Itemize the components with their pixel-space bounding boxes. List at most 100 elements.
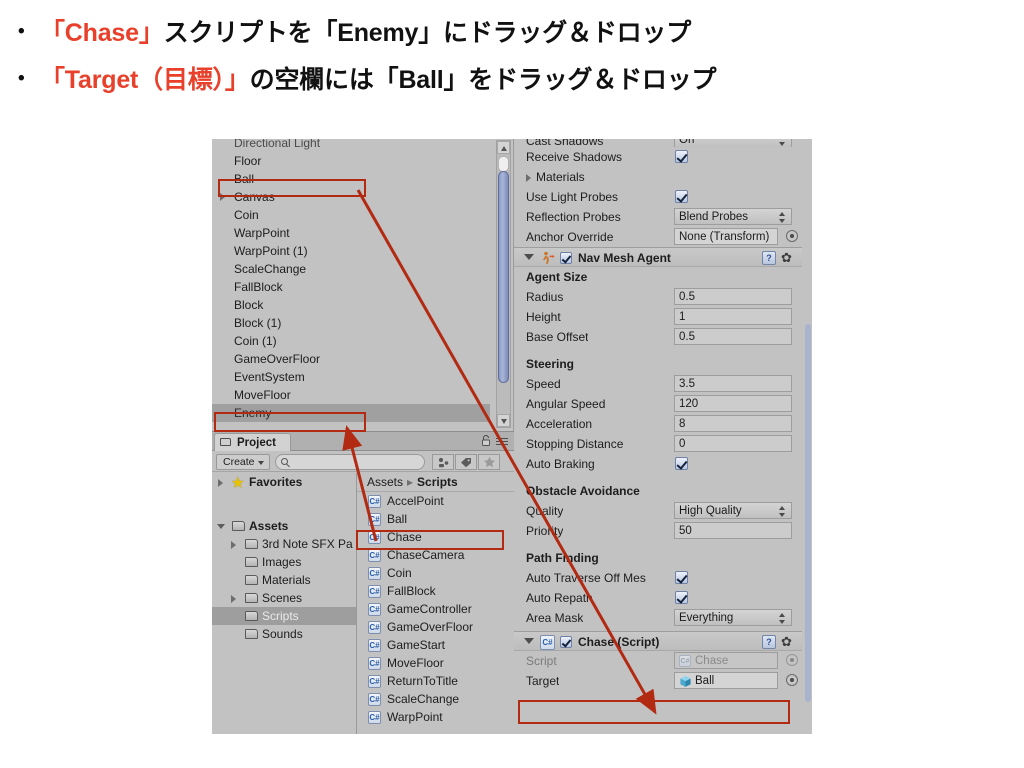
asset-item-gameoverfloor[interactable]: C# GameOverFloor (357, 618, 514, 636)
anchor-override-object-field[interactable]: None (Transform) (674, 228, 778, 245)
inspector-row-speed[interactable]: Speed 3.5 (514, 374, 802, 394)
hierarchy-item-directional-light[interactable]: Directional Light (212, 139, 490, 152)
expand-triangle-icon[interactable] (218, 479, 223, 487)
tree-item-assets[interactable]: Assets (212, 517, 356, 535)
expand-triangle-icon[interactable] (220, 193, 225, 201)
inspector-row-base-offset[interactable]: Base Offset 0.5 (514, 327, 802, 347)
inspector-scrollbar[interactable] (805, 324, 811, 702)
asset-item-movefloor[interactable]: C# MoveFloor (357, 654, 514, 672)
tree-item-scripts[interactable]: Scripts (212, 607, 356, 625)
hierarchy-item-block[interactable]: Block (212, 296, 490, 314)
reflection-probes-popup[interactable]: Blend Probes (674, 208, 792, 225)
asset-item-chase[interactable]: C# Chase (357, 528, 514, 546)
hierarchy-item-coin[interactable]: Coin (212, 206, 490, 224)
auto-repath-checkbox[interactable] (675, 591, 688, 604)
inspector-row-stopping-distance[interactable]: Stopping Distance 0 (514, 434, 802, 454)
use-light-probes-checkbox[interactable] (675, 190, 688, 203)
lock-icon[interactable] (482, 435, 490, 446)
inspector-row-angular-speed[interactable]: Angular Speed 120 (514, 394, 802, 414)
navmesh-enabled-checkbox[interactable] (560, 252, 572, 264)
auto-traverse-checkbox[interactable] (675, 571, 688, 584)
base-offset-input[interactable]: 0.5 (674, 328, 792, 345)
hierarchy-item-coin-1[interactable]: Coin (1) (212, 332, 490, 350)
hierarchy-item-canvas[interactable]: Canvas (212, 188, 490, 206)
expand-triangle-icon[interactable] (231, 595, 236, 603)
tab-project[interactable]: Project (214, 433, 291, 451)
hierarchy-panel[interactable]: Directional Light Floor Ball Canvas Coin… (212, 139, 514, 431)
favorites-star-icon[interactable] (478, 454, 500, 470)
inspector-row-acceleration[interactable]: Acceleration 8 (514, 414, 802, 434)
project-asset-list[interactable]: Assets ▸ Scripts C# AccelPoint C# Ball C# Cha… (357, 473, 514, 734)
speed-input[interactable]: 3.5 (674, 375, 792, 392)
gear-icon[interactable]: ✿ (781, 635, 796, 649)
hierarchy-scrollbar[interactable] (496, 140, 511, 428)
acceleration-input[interactable]: 8 (674, 415, 792, 432)
tree-item-sounds[interactable]: Sounds (212, 625, 356, 643)
inspector-row-cast-shadows[interactable]: Cast Shadows On (514, 139, 802, 147)
asset-item-returntotitle[interactable]: C# ReturnToTitle (357, 672, 514, 690)
breadcrumb-root[interactable]: Assets (367, 475, 403, 489)
asset-item-fallblock[interactable]: C# FallBlock (357, 582, 514, 600)
inspector-row-auto-braking[interactable]: Auto Braking (514, 454, 802, 474)
inspector-row-area-mask[interactable]: Area Mask Everything (514, 608, 802, 628)
inspector-row-height[interactable]: Height 1 (514, 307, 802, 327)
height-input[interactable]: 1 (674, 308, 792, 325)
scrollbar-thumb[interactable] (498, 171, 509, 383)
stopping-distance-input[interactable]: 0 (674, 435, 792, 452)
filter-type-icon[interactable] (432, 454, 454, 470)
inspector-row-radius[interactable]: Radius 0.5 (514, 287, 802, 307)
tree-item-materials[interactable]: Materials (212, 571, 356, 589)
asset-item-scalechange[interactable]: C# ScaleChange (357, 690, 514, 708)
component-header-navmesh-agent[interactable]: Nav Mesh Agent ? ✿ (514, 247, 802, 267)
asset-item-warppoint[interactable]: C# WarpPoint (357, 708, 514, 726)
tree-item-favorites[interactable]: ★ Favorites (212, 473, 356, 491)
scroll-down-button[interactable] (497, 414, 510, 427)
hierarchy-item-fallblock[interactable]: FallBlock (212, 278, 490, 296)
component-header-chase-script[interactable]: C# Chase (Script) ? ✿ (514, 631, 802, 651)
filter-label-icon[interactable] (455, 454, 477, 470)
object-picker-icon[interactable] (786, 674, 798, 686)
chase-enabled-checkbox[interactable] (560, 636, 572, 648)
hierarchy-item-gameoverfloor[interactable]: GameOverFloor (212, 350, 490, 368)
cast-shadows-popup[interactable]: On (674, 139, 792, 147)
tree-item-images[interactable]: Images (212, 553, 356, 571)
target-object-field[interactable]: Ball (674, 672, 778, 689)
inspector-row-use-light-probes[interactable]: Use Light Probes (514, 187, 802, 207)
inspector-row-priority[interactable]: Priority 50 (514, 521, 802, 541)
auto-braking-checkbox[interactable] (675, 457, 688, 470)
asset-item-gamecontroller[interactable]: C# GameController (357, 600, 514, 618)
help-book-icon[interactable]: ? (762, 635, 776, 649)
collapse-triangle-icon[interactable] (524, 254, 534, 260)
object-picker-icon[interactable] (786, 230, 798, 242)
priority-input[interactable]: 50 (674, 522, 792, 539)
asset-item-chasecamera[interactable]: C# ChaseCamera (357, 546, 514, 564)
tree-item-3rd-note-sfx[interactable]: 3rd Note SFX Pa (212, 535, 356, 553)
asset-item-gamestart[interactable]: C# GameStart (357, 636, 514, 654)
inspector-row-materials[interactable]: Materials (514, 167, 802, 187)
gear-icon[interactable]: ✿ (781, 251, 796, 265)
radius-input[interactable]: 0.5 (674, 288, 792, 305)
asset-item-ball[interactable]: C# Ball (357, 510, 514, 528)
receive-shadows-checkbox[interactable] (675, 150, 688, 163)
hamburger-menu-icon[interactable] (496, 438, 508, 446)
hierarchy-item-warppoint-1[interactable]: WarpPoint (1) (212, 242, 490, 260)
create-button[interactable]: Create (216, 454, 270, 470)
hierarchy-item-movefloor[interactable]: MoveFloor (212, 386, 490, 404)
angular-speed-input[interactable]: 120 (674, 395, 792, 412)
hierarchy-item-ball[interactable]: Ball (212, 170, 490, 188)
asset-item-accelpoint[interactable]: C# AccelPoint (357, 492, 514, 510)
area-mask-popup[interactable]: Everything (674, 609, 792, 626)
help-book-icon[interactable]: ? (762, 251, 776, 265)
hierarchy-item-scalechange[interactable]: ScaleChange (212, 260, 490, 278)
hierarchy-item-eventsystem[interactable]: EventSystem (212, 368, 490, 386)
inspector-panel[interactable]: Cast Shadows On Receive Shadows Material… (514, 139, 812, 734)
project-tree[interactable]: ★ Favorites Assets 3rd Note SFX Pa Image… (212, 473, 357, 734)
hierarchy-item-floor[interactable]: Floor (212, 152, 490, 170)
collapse-triangle-icon[interactable] (217, 524, 225, 533)
expand-triangle-icon[interactable] (231, 541, 236, 549)
inspector-row-target[interactable]: Target Ball (514, 671, 802, 691)
hierarchy-item-warppoint[interactable]: WarpPoint (212, 224, 490, 242)
inspector-row-reflection-probes[interactable]: Reflection Probes Blend Probes (514, 207, 802, 227)
tree-item-scenes[interactable]: Scenes (212, 589, 356, 607)
search-input[interactable] (275, 454, 425, 470)
